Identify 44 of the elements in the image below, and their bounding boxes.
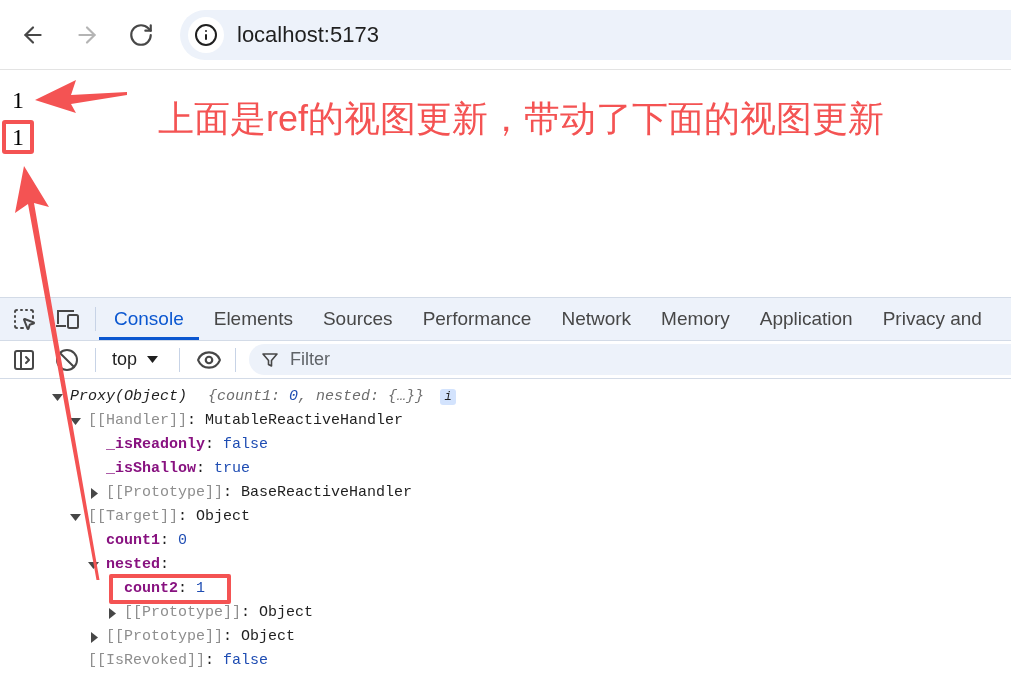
caret-right-icon[interactable] [91, 487, 98, 499]
internal-slot-text: [[Target]]: Object [88, 507, 251, 527]
url-text: localhost:5173 [237, 21, 379, 49]
devtools-tab[interactable]: Application [744, 298, 868, 340]
devtools-tab[interactable]: Network [546, 298, 647, 340]
caret-down-icon [147, 356, 159, 363]
caret-down-icon[interactable] [70, 513, 81, 521]
property-text: nested: [106, 555, 170, 575]
devtools-tab[interactable]: Sources [307, 298, 408, 340]
property-text: _isShallow: true [106, 459, 251, 479]
caret-down-icon[interactable] [70, 417, 81, 425]
sidebar-toggle-icon[interactable] [12, 347, 36, 372]
devtools-tab[interactable]: Privacy and [867, 298, 997, 340]
internal-slot-text: [[Prototype]]: Object [106, 627, 296, 647]
caret-down-icon[interactable] [52, 393, 63, 401]
filter-field[interactable]: Filter [249, 344, 1011, 375]
caret-right-icon[interactable] [109, 607, 116, 619]
info-icon [194, 22, 218, 47]
annotation-text: 上面是ref的视图更新，带动了下面的视图更新 [158, 98, 884, 140]
property-text: _isReadonly: false [106, 435, 269, 455]
context-selector[interactable]: top [112, 346, 159, 373]
caret-right-icon[interactable] [91, 631, 98, 643]
object-preview: {count1: 0, nested: {…}} [208, 386, 425, 407]
devtools-tab[interactable]: Performance [407, 298, 547, 340]
devtools-tab[interactable]: Console [99, 298, 199, 340]
property-text: count2: 1 [109, 574, 232, 604]
devtools-tab[interactable]: Memory [646, 298, 745, 340]
inspect-element-icon[interactable] [12, 307, 36, 331]
reload-icon [128, 21, 154, 48]
info-chip[interactable]: i [440, 389, 457, 405]
internal-slot-text: [[IsRevoked]]: false [88, 651, 269, 671]
property-text: count1: 0 [106, 531, 188, 551]
internal-slot-text: [[Prototype]]: BaseReactiveHandler [106, 483, 413, 503]
device-toolbar-icon[interactable] [55, 309, 79, 329]
internal-slot-text: [[Handler]]: MutableReactiveHandler [88, 411, 404, 431]
counter-value: 1 [2, 120, 34, 154]
site-info-button[interactable] [188, 16, 224, 53]
clear-console-icon[interactable] [55, 347, 79, 372]
object-label: Proxy(Object) [70, 386, 188, 407]
devtools-tab[interactable]: Elements [198, 298, 308, 340]
funnel-icon [262, 352, 279, 368]
counter-value: 1 [11, 86, 25, 115]
internal-slot-text: [[Prototype]]: Object [124, 603, 314, 623]
address-bar[interactable]: localhost:5173 [180, 9, 1011, 60]
